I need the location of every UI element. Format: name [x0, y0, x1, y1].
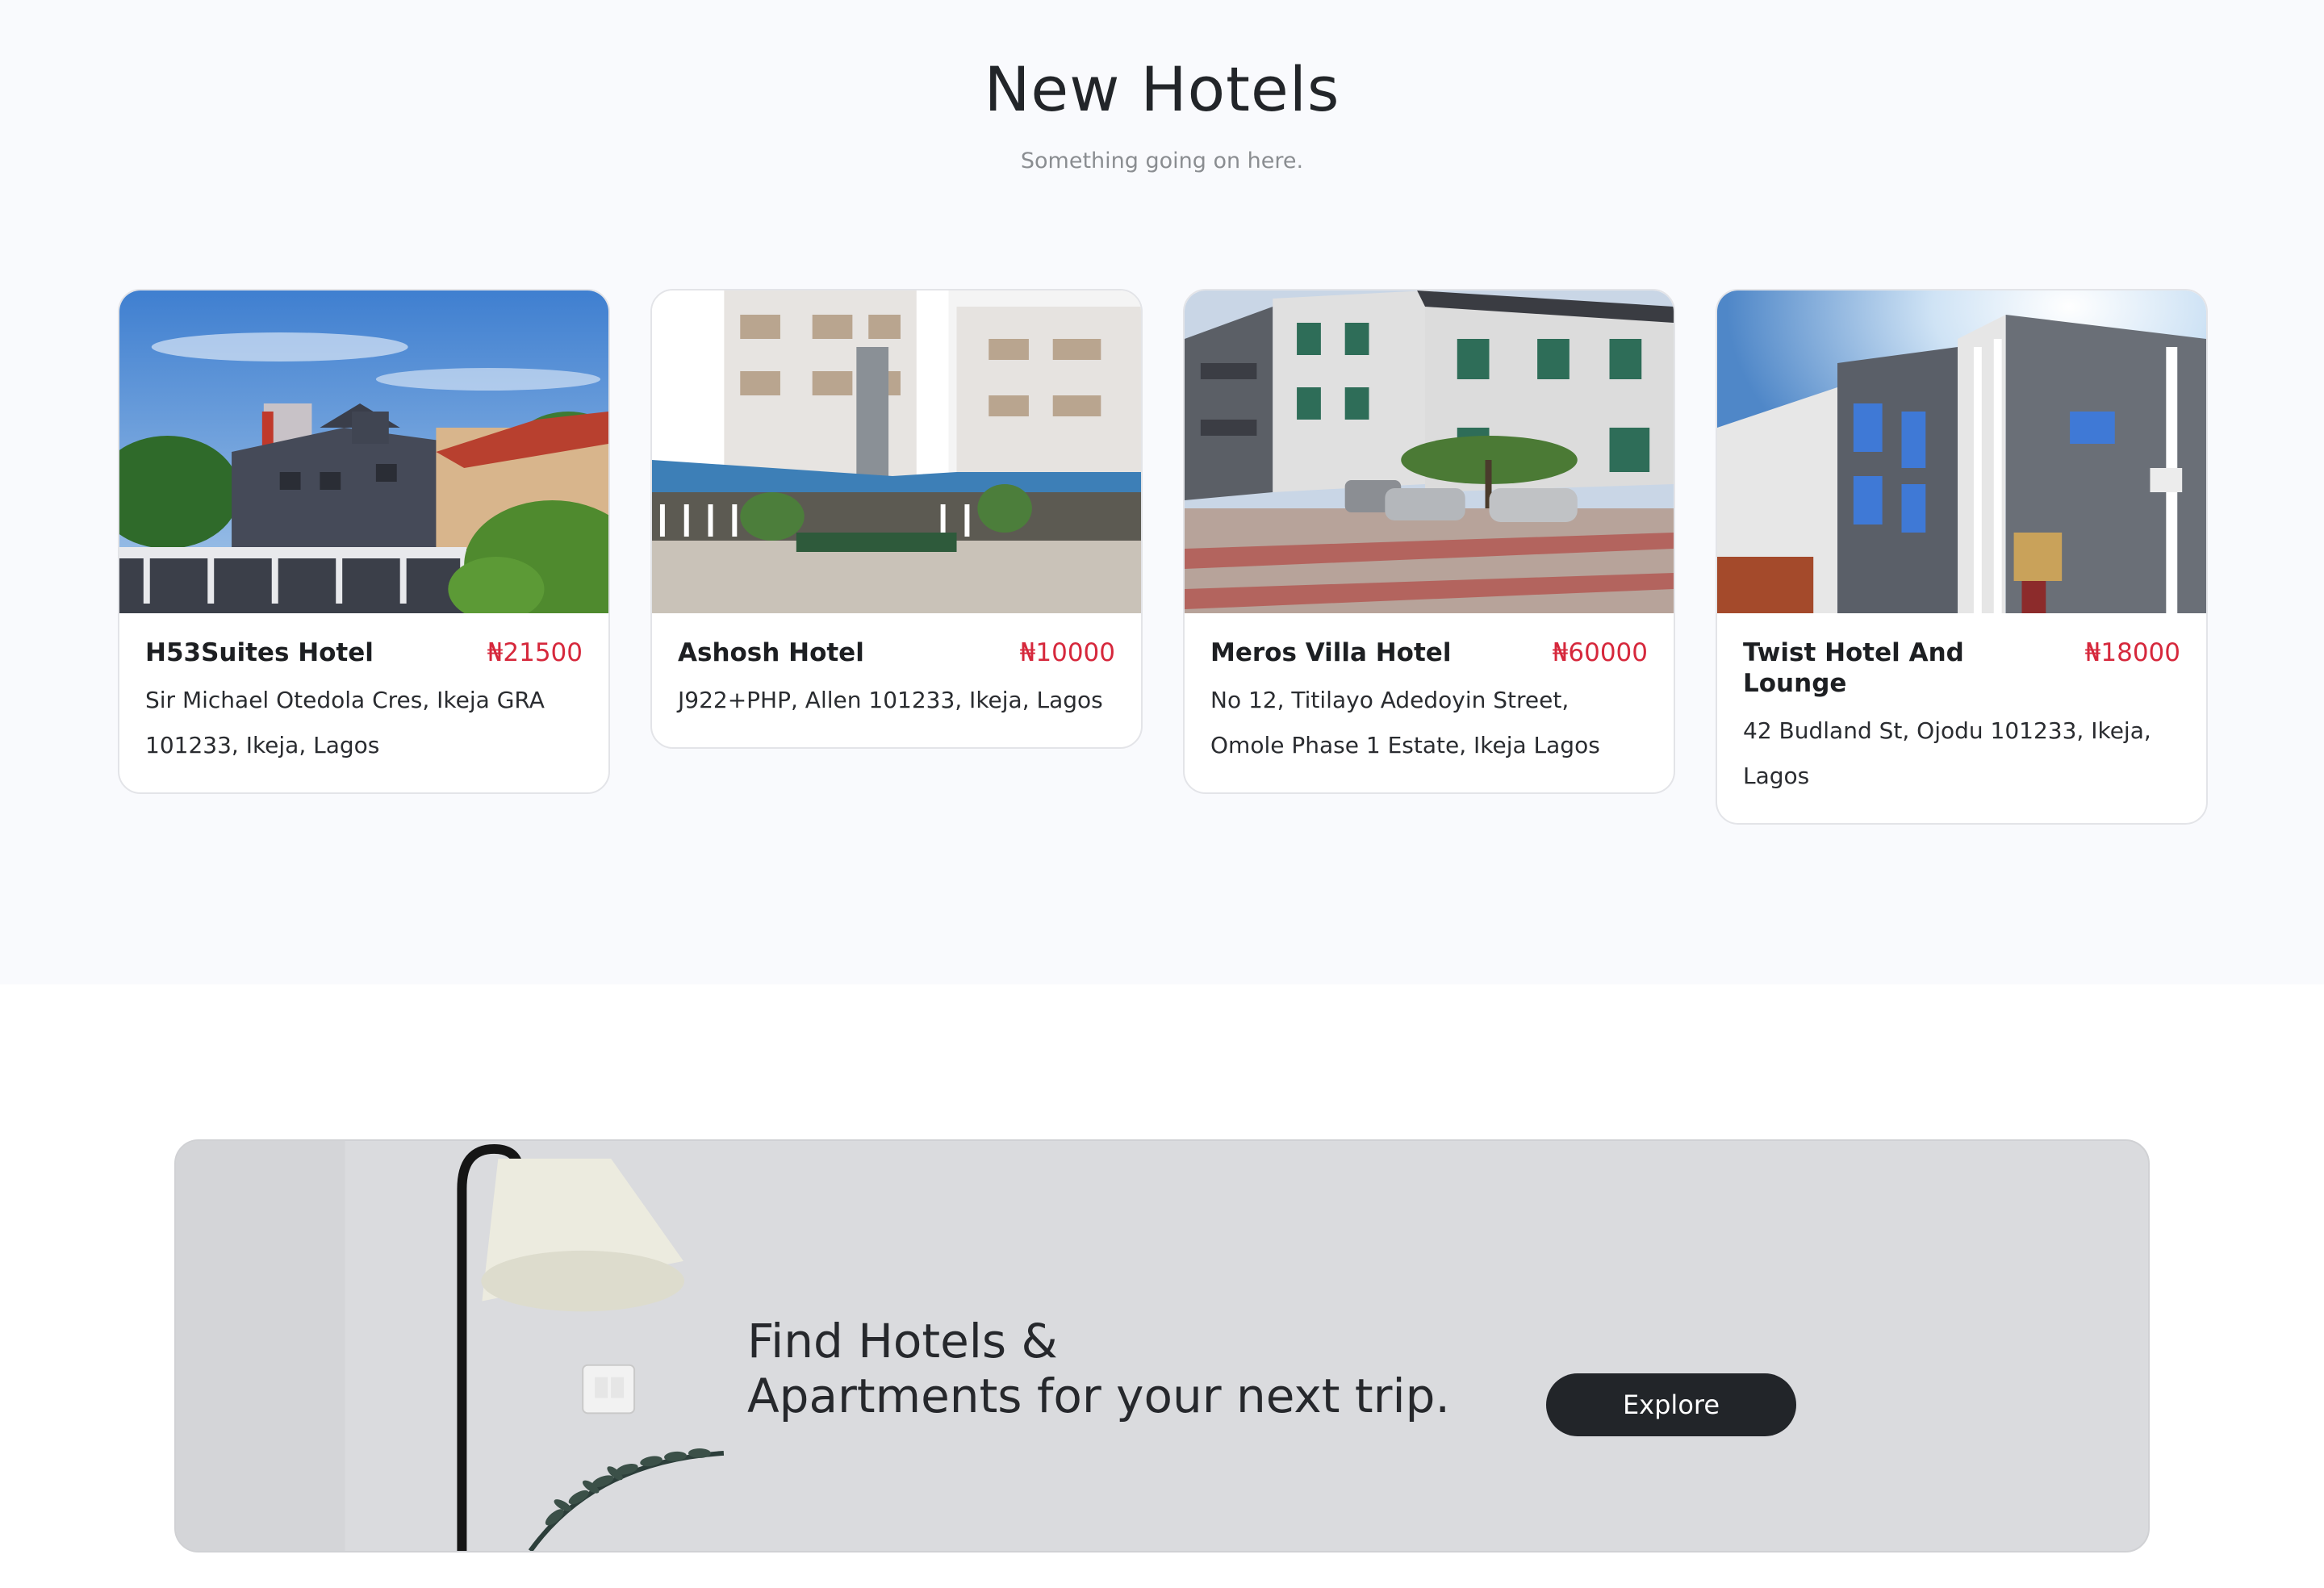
hotel-card[interactable]: Twist Hotel And Lounge ₦18000 42 Budland…: [1716, 289, 2208, 825]
section-subtitle: Something going on here.: [1020, 148, 1304, 173]
hotel-name[interactable]: H53Suites Hotel: [145, 637, 374, 668]
hotel-name[interactable]: Twist Hotel And Lounge: [1743, 637, 2034, 699]
hotel-photo[interactable]: [652, 290, 1141, 613]
promo-heading: Find Hotels & Apartments for your next t…: [747, 1314, 1450, 1423]
hotel-address: Sir Michael Otedola Cres, Ikeja GRA 1012…: [145, 687, 545, 758]
hotel-address: No 12, Titilayo Adedoyin Street, Omole P…: [1210, 687, 1600, 758]
hotel-photo[interactable]: [1185, 290, 1674, 613]
hotel-name[interactable]: Ashosh Hotel: [678, 637, 864, 668]
hotel-price: ₦18000: [2084, 638, 2180, 667]
promo-line-2: Apartments for your next trip.: [747, 1369, 1450, 1423]
hotel-card-body: H53Suites Hotel ₦21500 Sir Michael Otedo…: [119, 613, 608, 792]
hotel-card-body: Twist Hotel And Lounge ₦18000 42 Budland…: [1717, 613, 2206, 823]
section-title: New Hotels: [984, 53, 1340, 125]
hotel-card[interactable]: H53Suites Hotel ₦21500 Sir Michael Otedo…: [118, 289, 610, 794]
hotel-price: ₦60000: [1552, 638, 1648, 667]
hotel-card-body: Meros Villa Hotel ₦60000 No 12, Titilayo…: [1185, 613, 1674, 792]
hotel-card[interactable]: Meros Villa Hotel ₦60000 No 12, Titilayo…: [1183, 289, 1675, 794]
hotel-address: 42 Budland St, Ojodu 101233, Ikeja, Lago…: [1743, 717, 2151, 789]
hotel-name[interactable]: Meros Villa Hotel: [1210, 637, 1451, 668]
new-hotels-section: New Hotels Something going on here. H53S…: [0, 0, 2324, 984]
explore-button[interactable]: Explore: [1546, 1373, 1796, 1436]
promo-banner: Find Hotels & Apartments for your next t…: [174, 1139, 2150, 1552]
hotel-address: J922+PHP, Allen 101233, Ikeja, Lagos: [678, 687, 1103, 713]
hotel-price: ₦21500: [487, 638, 583, 667]
hotel-card-body: Ashosh Hotel ₦10000 J922+PHP, Allen 1012…: [652, 613, 1141, 747]
hotel-card[interactable]: Ashosh Hotel ₦10000 J922+PHP, Allen 1012…: [650, 289, 1143, 749]
hotel-price: ₦10000: [1019, 638, 1115, 667]
hotel-photo[interactable]: [1717, 290, 2206, 613]
hotel-photo[interactable]: [119, 290, 608, 613]
promo-line-1: Find Hotels &: [747, 1314, 1058, 1369]
